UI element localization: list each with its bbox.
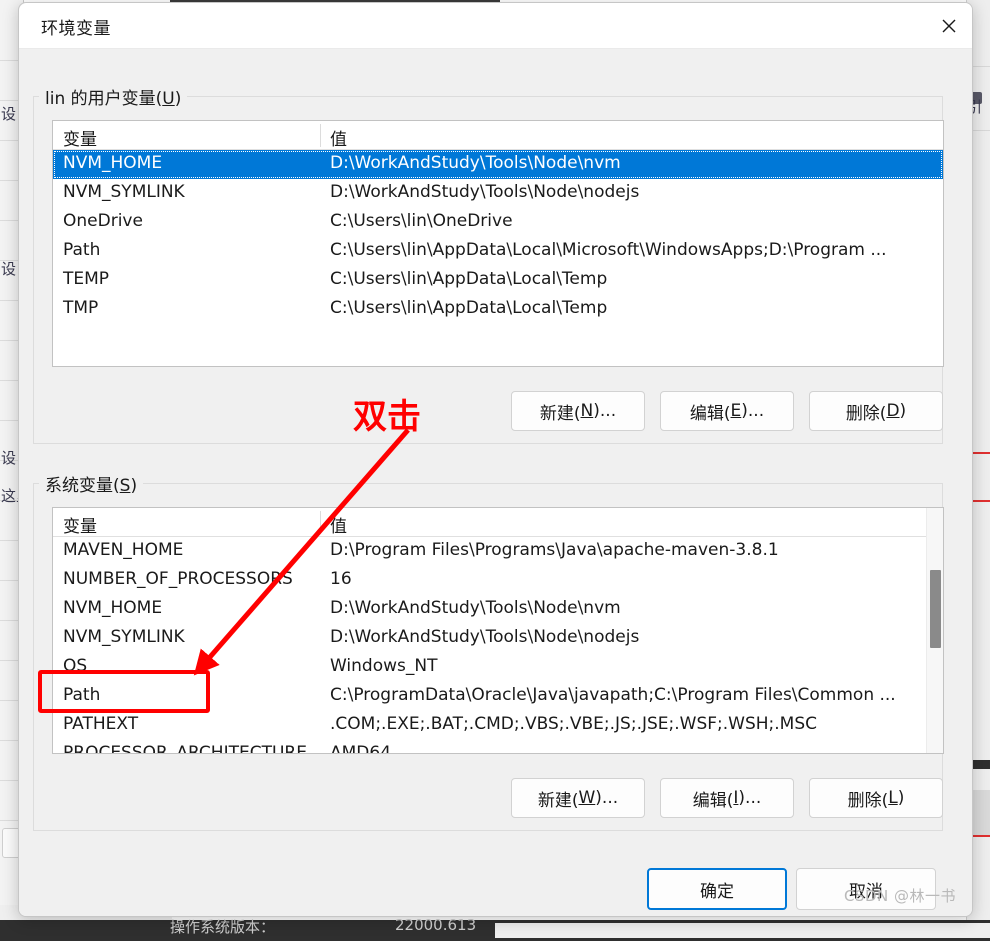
system-variable-row-value: D:\Program Files\Programs\Java\apache-ma…: [330, 540, 779, 560]
system-scrollbar-thumb[interactable]: [930, 570, 941, 648]
user-variable-row-value: C:\Users\lin\AppData\Local\Temp: [330, 269, 608, 289]
user-delete-accel: D: [886, 401, 900, 421]
double-click-annotation-label: 双击: [353, 397, 421, 437]
user-variable-row-value: D:\WorkAndStudy\Tools\Node\nvm: [330, 153, 621, 173]
user-group-label-accel: U: [162, 89, 175, 109]
screenshot-root: 设 设 设 这里 引 操作系统版本： 22000.613 环境变量: [0, 0, 990, 941]
user-new-pre: 新建(: [539, 403, 581, 424]
system-new-post: )...: [595, 788, 619, 808]
system-delete-pre: 删除(: [847, 790, 889, 811]
user-list-header: 变量 值: [53, 121, 943, 150]
user-edit-post: )...: [741, 401, 765, 421]
system-col-header-value: 值: [330, 517, 347, 537]
system-variables-listview[interactable]: 变量 值 MAVEN_HOME D:\Program Files\Programs…: [52, 507, 944, 754]
system-edit-post: )...: [738, 788, 762, 808]
system-variable-row-name: PATHEXT: [63, 714, 139, 734]
system-variable-row[interactable]: NVM_HOME D:\WorkAndStudy\Tools\Node\nvm: [53, 595, 943, 624]
environment-variables-dialog: 环境变量 lin 的用户变量(U) 变量 值 NVM_HOME D:\WorkA…: [18, 2, 973, 917]
system-list-header: 变量 值: [53, 508, 943, 537]
system-delete-button[interactable]: 删除(L): [809, 778, 943, 818]
user-variable-row[interactable]: Path C:\Users\lin\AppData\Local\Microsoft…: [53, 237, 943, 266]
user-variable-row-name: NVM_HOME: [63, 153, 163, 173]
system-delete-post: ): [897, 788, 905, 808]
user-variable-row[interactable]: OneDrive C:\Users\lin\OneDrive: [53, 208, 943, 237]
background-status-text-right: 22000.613: [395, 916, 477, 934]
user-variable-row-value: C:\Users\lin\OneDrive: [330, 211, 513, 231]
user-variable-row-value: C:\Users\lin\AppData\Local\Temp: [330, 298, 608, 318]
system-group-label-prefix: 系统变量(: [45, 476, 120, 496]
user-col-header-variable: 变量: [63, 130, 97, 150]
system-variable-row-value: .COM;.EXE;.BAT;.CMD;.VBS;.VBE;.JS;.JSE;.…: [330, 714, 818, 734]
user-edit-button[interactable]: 编辑(E)...: [660, 391, 794, 431]
system-variable-row-value: D:\WorkAndStudy\Tools\Node\nodejs: [330, 627, 640, 647]
system-group-label-accel: S: [119, 476, 131, 496]
user-variable-row-value: D:\WorkAndStudy\Tools\Node\nodejs: [330, 182, 640, 202]
user-edit-pre: 编辑(: [689, 403, 731, 424]
system-variable-row[interactable]: MAVEN_HOME D:\Program Files\Programs\Java…: [53, 537, 943, 566]
dialog-body: lin 的用户变量(U) 变量 值 NVM_HOME D:\WorkAndStud…: [19, 49, 972, 916]
system-variable-row-name: PROCESSOR_ARCHITECTURE: [63, 743, 307, 753]
system-variables-rows: MAVEN_HOME D:\Program Files\Programs\Java…: [53, 537, 943, 753]
close-icon[interactable]: [924, 3, 972, 48]
system-variable-row-name: NVM_SYMLINK: [63, 627, 185, 647]
system-delete-accel: L: [888, 788, 898, 808]
system-col-header-variable: 变量: [63, 517, 97, 537]
user-variable-row-name: Path: [63, 240, 101, 260]
user-variable-row-name: TEMP: [63, 269, 110, 289]
system-variable-row-name: MAVEN_HOME: [63, 540, 184, 560]
system-variable-row-value: D:\WorkAndStudy\Tools\Node\nvm: [330, 598, 621, 618]
user-delete-post: ): [899, 401, 907, 421]
background-status-text-left: 操作系统版本：: [170, 918, 276, 936]
user-variables-listview[interactable]: 变量 值 NVM_HOME D:\WorkAndStudy\Tools\Node\…: [52, 120, 944, 367]
system-new-pre: 新建(: [537, 790, 579, 811]
system-edit-button[interactable]: 编辑(I)...: [660, 778, 794, 818]
system-list-scrollbar[interactable]: [926, 508, 943, 753]
system-variable-row-value: 16: [330, 569, 352, 589]
user-variable-row-value: C:\Users\lin\AppData\Local\Microsoft\Win…: [330, 240, 887, 260]
user-variable-row-name: NVM_SYMLINK: [63, 182, 185, 202]
system-variable-row[interactable]: NUMBER_OF_PROCESSORS 16: [53, 566, 943, 595]
user-delete-button[interactable]: 删除(D): [809, 391, 943, 431]
user-new-post: )...: [593, 401, 617, 421]
system-new-accel: W: [578, 788, 596, 808]
user-new-accel: N: [580, 401, 594, 421]
system-variable-row-value: Windows_NT: [330, 656, 438, 676]
user-col-header-value: 值: [330, 130, 347, 150]
system-new-button[interactable]: 新建(W)...: [511, 778, 645, 818]
user-group-label-prefix: lin 的用户变量(: [45, 89, 163, 109]
user-new-button[interactable]: 新建(N)...: [511, 391, 645, 431]
user-variable-row[interactable]: NVM_HOME D:\WorkAndStudy\Tools\Node\nvm: [53, 150, 943, 179]
user-variable-row[interactable]: NVM_SYMLINK D:\WorkAndStudy\Tools\Node\no…: [53, 179, 943, 208]
user-edit-accel: E: [730, 401, 742, 421]
user-group-label-suffix: ): [174, 89, 182, 109]
dialog-title: 环境变量: [41, 19, 111, 39]
system-group-label-suffix: ): [130, 476, 138, 496]
system-variable-row[interactable]: PATHEXT .COM;.EXE;.BAT;.CMD;.VBS;.VBE;.JS…: [53, 711, 943, 740]
user-variable-row-name: TMP: [63, 298, 99, 318]
dialog-titlebar: 环境变量: [19, 3, 972, 49]
system-variable-row-name: NVM_HOME: [63, 598, 163, 618]
user-variables-group-label: lin 的用户变量(U): [39, 84, 188, 109]
user-variables-rows: NVM_HOME D:\WorkAndStudy\Tools\Node\nvm NV…: [53, 150, 943, 324]
system-variable-row-value: AMD64: [330, 743, 392, 753]
ok-button[interactable]: 确定: [647, 868, 787, 910]
system-variable-row[interactable]: NVM_SYMLINK D:\WorkAndStudy\Tools\Node\no…: [53, 624, 943, 653]
system-variables-group-label: 系统变量(S): [39, 471, 144, 496]
system-variable-row[interactable]: PROCESSOR_ARCHITECTURE AMD64: [53, 740, 943, 753]
system-variable-row-name: NUMBER_OF_PROCESSORS: [63, 569, 293, 589]
user-variable-row[interactable]: TMP C:\Users\lin\AppData\Local\Temp: [53, 295, 943, 324]
system-variable-row-value: C:\ProgramData\Oracle\Java\javapath;C:\P…: [330, 685, 896, 705]
user-delete-pre: 删除(: [845, 403, 887, 424]
path-row-highlight-box: [38, 670, 210, 713]
background-horizontal-scrollbar[interactable]: [495, 923, 990, 938]
user-variable-row[interactable]: TEMP C:\Users\lin\AppData\Local\Temp: [53, 266, 943, 295]
watermark: CSDN @林一书: [843, 887, 956, 905]
system-edit-pre: 编辑(: [692, 790, 734, 811]
user-variable-row-name: OneDrive: [63, 211, 143, 231]
